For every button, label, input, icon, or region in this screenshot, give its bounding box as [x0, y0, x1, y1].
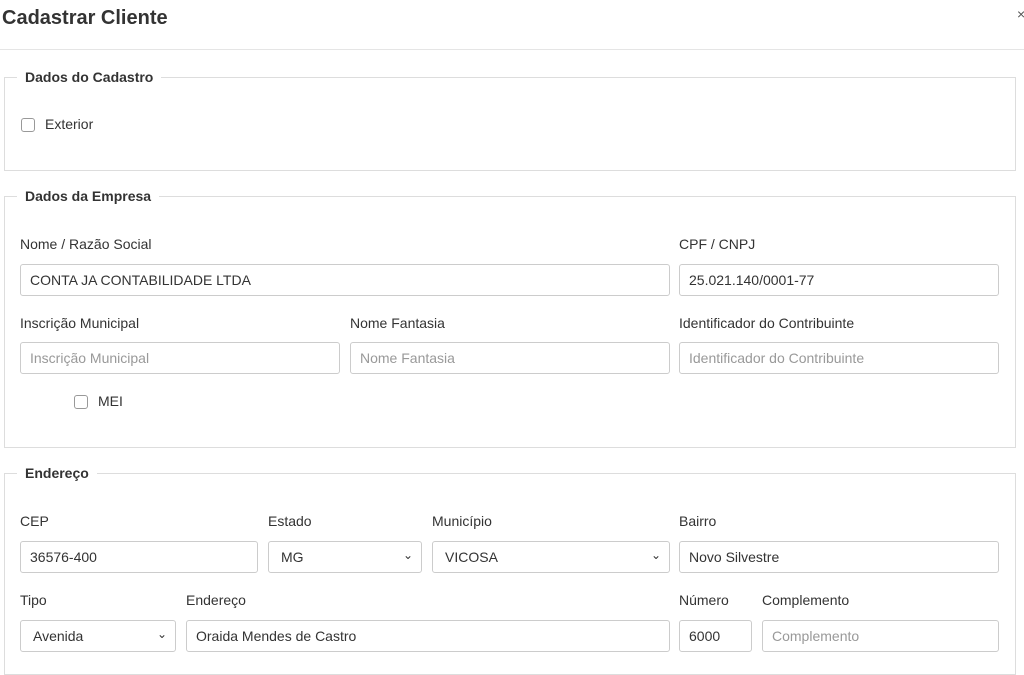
complemento-label: Complemento: [762, 592, 850, 608]
chevron-down-icon: ⌄: [156, 627, 167, 641]
mei-label: MEI: [98, 393, 123, 409]
identificador-contribuinte-input[interactable]: [679, 342, 999, 374]
close-button[interactable]: ×: [1017, 6, 1024, 22]
tipo-select-value: Avenida: [33, 628, 84, 644]
complemento-input[interactable]: [762, 620, 999, 652]
nome-fantasia-label: Nome Fantasia: [350, 315, 445, 331]
tipo-select[interactable]: Avenida ⌄: [20, 620, 176, 652]
modal-title: Cadastrar Cliente: [2, 7, 168, 29]
estado-label: Estado: [268, 513, 312, 529]
legend-dados-cadastro: Dados do Cadastro: [25, 69, 154, 85]
municipio-select[interactable]: VICOSA ⌄: [432, 541, 670, 573]
endereco-input[interactable]: [186, 620, 670, 652]
estado-select[interactable]: MG ⌄: [268, 541, 422, 573]
cep-input[interactable]: [20, 541, 258, 573]
cpf-cnpj-input[interactable]: [679, 264, 999, 296]
chevron-down-icon: ⌄: [402, 548, 413, 562]
identificador-contribuinte-label: Identificador do Contribuinte: [679, 315, 855, 331]
inscricao-municipal-label: Inscrição Municipal: [20, 315, 140, 331]
bairro-label: Bairro: [679, 513, 717, 529]
legend-dados-empresa: Dados da Empresa: [25, 188, 152, 204]
municipio-label: Município: [432, 513, 492, 529]
inscricao-municipal-input[interactable]: [20, 342, 340, 374]
nome-razao-social-input[interactable]: [20, 264, 670, 296]
fieldset-dados-cadastro: Dados do Cadastro: [4, 69, 1016, 171]
bairro-input[interactable]: [679, 541, 999, 573]
legend-endereco: Endereço: [25, 465, 89, 481]
tipo-label: Tipo: [20, 592, 47, 608]
estado-select-value: MG: [281, 549, 304, 565]
nome-fantasia-input[interactable]: [350, 342, 670, 374]
endereco-label: Endereço: [186, 592, 246, 608]
exterior-label: Exterior: [45, 116, 94, 132]
cep-label: CEP: [20, 513, 49, 529]
modal-header: Cadastrar Cliente ×: [0, 0, 1024, 50]
numero-label: Número: [679, 592, 729, 608]
exterior-checkbox[interactable]: [21, 118, 35, 132]
cpf-cnpj-label: CPF / CNPJ: [679, 236, 756, 252]
chevron-down-icon: ⌄: [650, 548, 661, 562]
mei-checkbox[interactable]: [74, 395, 88, 409]
municipio-select-value: VICOSA: [445, 549, 498, 565]
numero-input[interactable]: [679, 620, 752, 652]
nome-label: Nome / Razão Social: [20, 236, 152, 252]
fieldset-dados-empresa: Dados da Empresa: [4, 188, 1016, 448]
